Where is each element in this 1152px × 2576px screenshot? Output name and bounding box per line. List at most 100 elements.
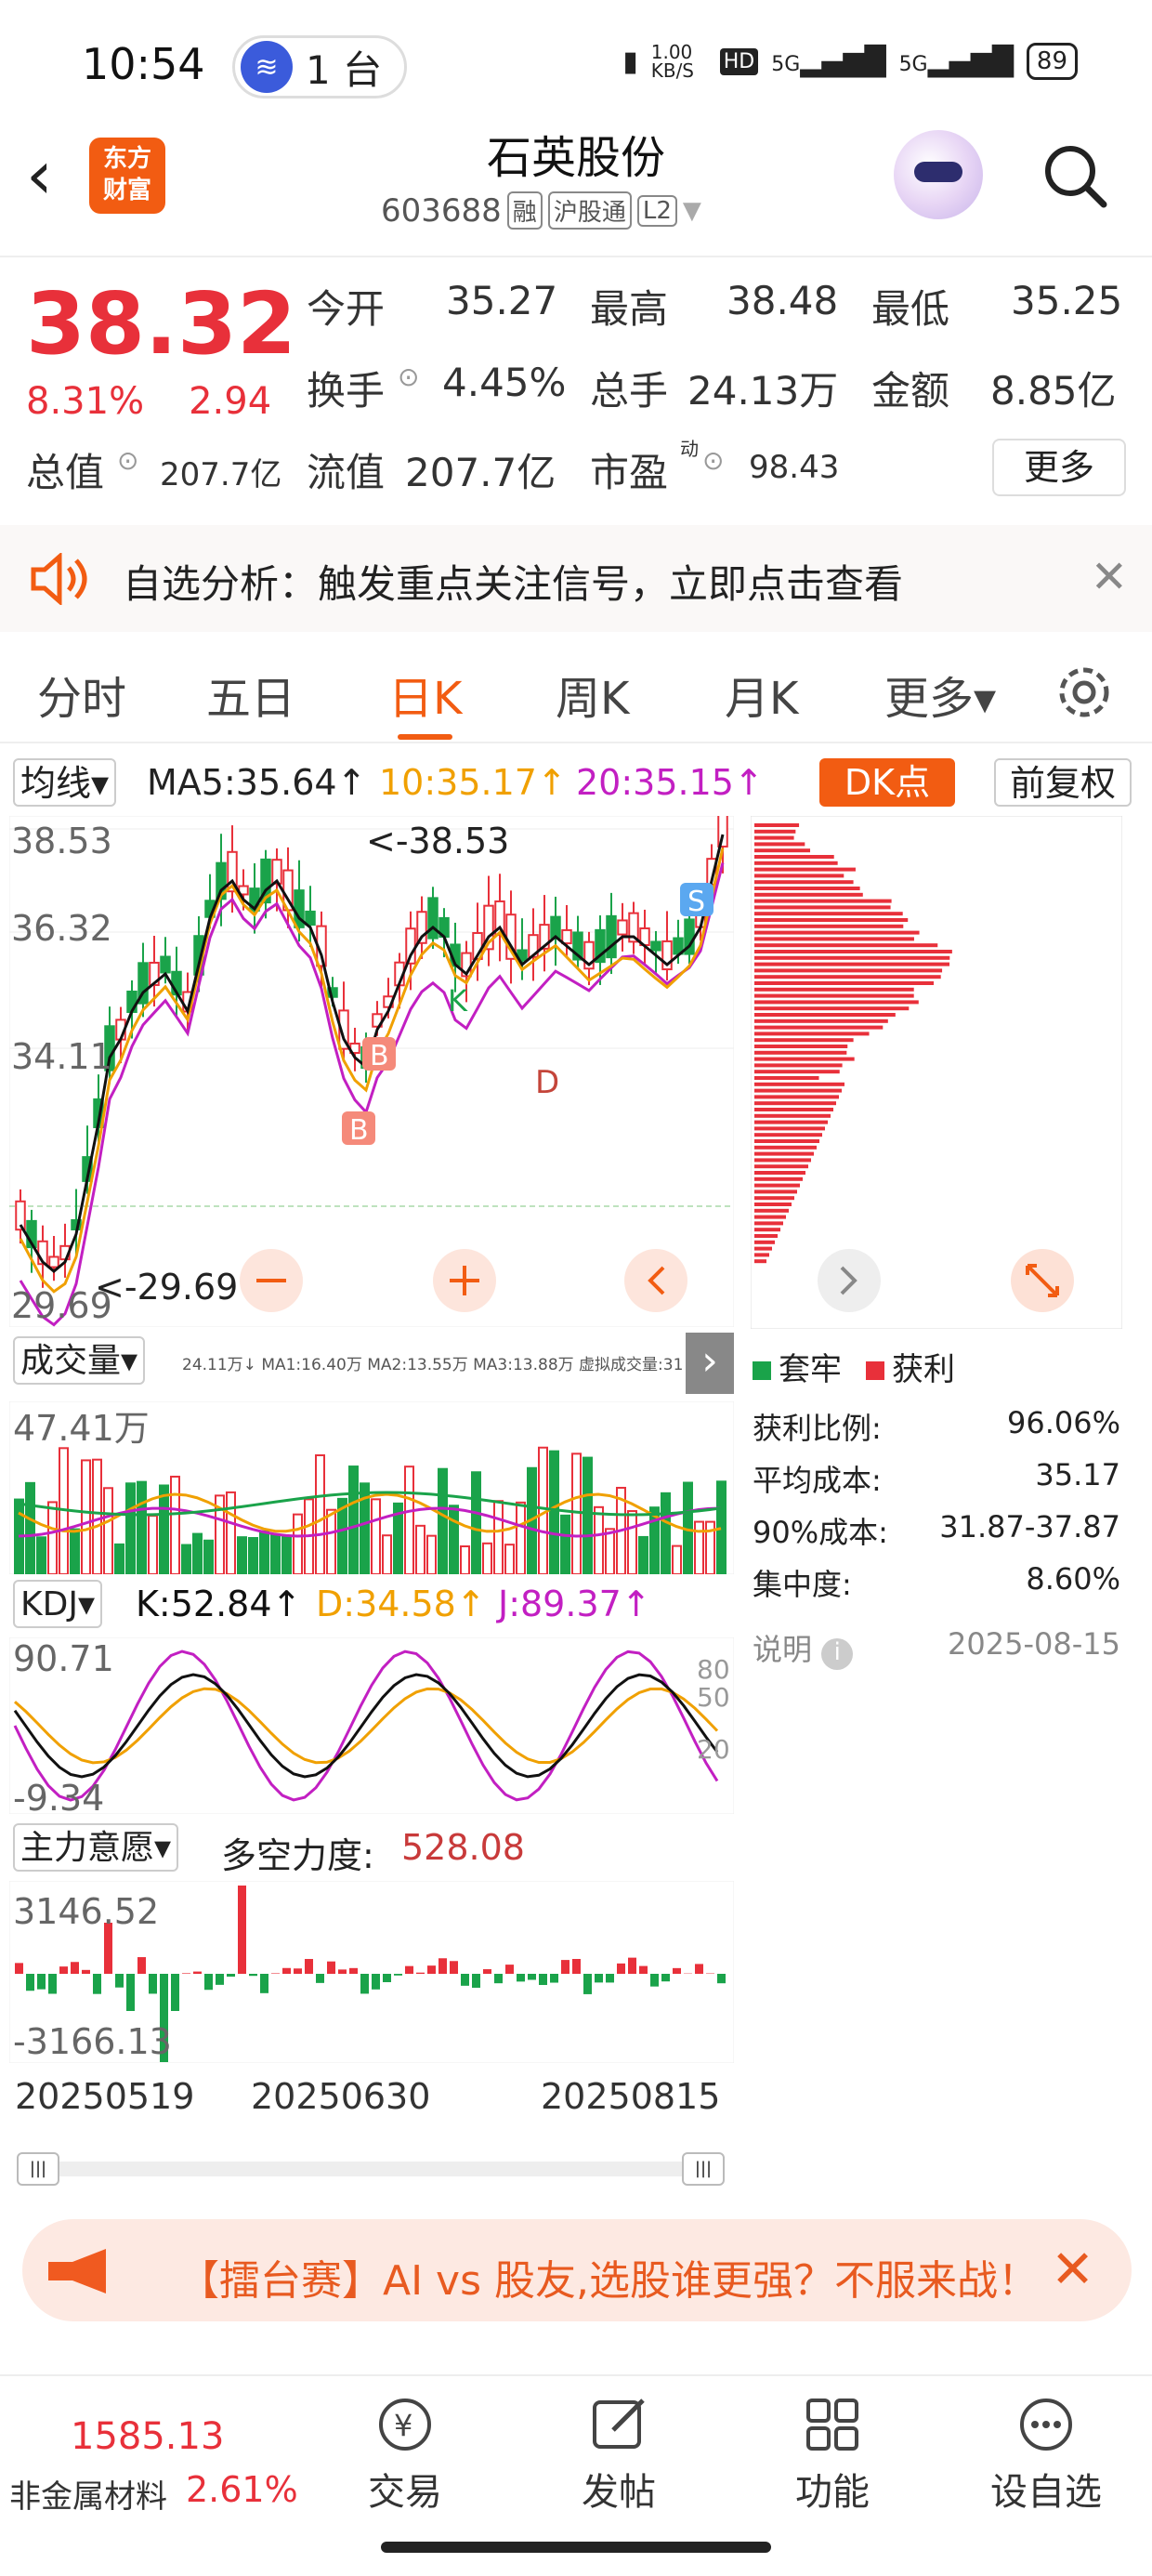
- clock: 10:54: [82, 39, 205, 89]
- info-icon[interactable]: ⊙: [117, 445, 138, 476]
- force-bar: [539, 1974, 547, 1986]
- kdj-j: J:89.37↑: [498, 1584, 651, 1624]
- y-label-high: 38.53: [11, 821, 112, 861]
- tag-margin: 融: [506, 191, 543, 230]
- chip-bar: [754, 1158, 811, 1163]
- ma10-value: 10:35.17↑: [379, 762, 567, 803]
- ai-robot-avatar[interactable]: [894, 130, 983, 219]
- promo-banner[interactable]: 【擂台赛】AI vs 股友,选股谁更强？不服来战！ ✕: [22, 2219, 1132, 2321]
- low-marker: <-29.69: [95, 1267, 238, 1308]
- functions-button[interactable]: 功能: [758, 2395, 907, 2516]
- kdj-selector[interactable]: KDJ▾: [13, 1580, 103, 1628]
- candle: [550, 915, 561, 940]
- price-change: 8.31% 2.94: [26, 380, 271, 423]
- y-label-mid1: 36.32: [11, 908, 112, 949]
- zl-selector[interactable]: 主力意愿▾: [13, 1823, 179, 1872]
- search-icon[interactable]: [1042, 143, 1107, 208]
- force-bar: [15, 1963, 23, 1974]
- force-bar: [628, 1957, 636, 1974]
- chip-bar: [754, 1006, 910, 1011]
- promo-text: 【擂台赛】AI vs 股友,选股谁更强？不服来战！: [178, 2257, 1033, 2305]
- close-icon[interactable]: ✕: [1091, 551, 1128, 603]
- volume-bar: [159, 1484, 169, 1574]
- chip-bar: [754, 937, 914, 941]
- settings-gear-icon[interactable]: [1055, 664, 1113, 721]
- tab-weekly-k[interactable]: 周K: [556, 662, 629, 727]
- amount-value: 8.85亿: [990, 368, 1117, 414]
- close-icon[interactable]: ✕: [1051, 2240, 1094, 2300]
- tab-daily-k[interactable]: 日K: [388, 662, 462, 740]
- period-tabs: 分时 五日 日K 周K 月K 更多▾: [0, 641, 1152, 743]
- force-bar: [216, 1974, 224, 1985]
- post-button[interactable]: 发帖: [544, 2395, 693, 2516]
- range-slider[interactable]: ||| |||: [17, 2152, 725, 2186]
- index-value[interactable]: 1585.13: [71, 2415, 224, 2458]
- chip-bar: [754, 1013, 896, 1017]
- trade-button[interactable]: ¥ 交易: [331, 2395, 479, 2516]
- dk-point-button[interactable]: DK点: [819, 758, 955, 807]
- tab-5day[interactable]: 五日: [206, 662, 295, 727]
- main-force-chart[interactable]: 3146.52 -3166.13: [9, 1881, 734, 2063]
- chip-distribution[interactable]: [751, 816, 1122, 1329]
- chip-bar: [754, 1088, 842, 1093]
- volume-bar: [103, 1487, 113, 1574]
- candle: [48, 1255, 59, 1268]
- tag-hk-connect: 沪股通: [547, 191, 632, 230]
- tab-more[interactable]: 更多▾: [884, 662, 996, 727]
- svg-text:B: B: [349, 1114, 369, 1147]
- volume-bar: [114, 1543, 124, 1574]
- kdj-d: D:34.58↑: [316, 1584, 486, 1624]
- index-name[interactable]: 非金属材料: [9, 2471, 167, 2517]
- volume-bar: [192, 1532, 203, 1574]
- info-icon[interactable]: ⊙: [398, 361, 419, 392]
- candle: [617, 919, 628, 936]
- chip-bar: [754, 905, 891, 910]
- chip-bar: [754, 1113, 831, 1118]
- kline-chart[interactable]: 38.53 36.32 34.11 29.69 <-38.53 <-29.69 …: [9, 816, 734, 1327]
- chip-bar: [754, 987, 914, 992]
- cast-pill[interactable]: ≋ 1 台: [232, 35, 407, 99]
- force-bar: [48, 1974, 57, 1994]
- collapse-side-button[interactable]: ›: [686, 1333, 734, 1394]
- volume-label: 总手: [590, 368, 669, 414]
- chip-bar: [754, 918, 909, 922]
- tab-monthly-k[interactable]: 月K: [725, 662, 798, 727]
- pe-label: 市盈: [590, 450, 669, 495]
- chip-bar: [754, 943, 938, 948]
- status-bar: 10:54 ≋ 1 台 ▮ 1.00 KB/S HD 5G▂▄▆█ 5G▂▄▆█…: [0, 0, 1152, 135]
- notice-bar[interactable]: 自选分析：触发重点关注信号，立即点击查看 ✕: [0, 525, 1152, 632]
- kdj-top-label: 90.71: [13, 1638, 114, 1679]
- info-icon[interactable]: ⊙: [702, 445, 724, 476]
- sell-marker: S: [680, 883, 713, 918]
- indicator-selector[interactable]: 均线▾: [13, 758, 117, 807]
- volume-selector[interactable]: 成交量▾: [13, 1336, 146, 1385]
- force-bar: [316, 1974, 324, 1983]
- force-bar: [472, 1974, 480, 1988]
- volume-bar: [237, 1536, 247, 1574]
- fq-button[interactable]: 前复权: [994, 758, 1132, 807]
- dropdown-icon[interactable]: ▼: [683, 197, 701, 225]
- more-button[interactable]: 更多: [992, 439, 1126, 496]
- volume-bar: [583, 1456, 593, 1574]
- force-bar: [595, 1974, 603, 1983]
- stat-label: 90%成本:: [753, 1515, 888, 1550]
- chip-bar: [754, 861, 838, 865]
- force-bar: [171, 1974, 179, 2011]
- yuan-icon: ¥: [379, 2399, 431, 2451]
- force-bar: [137, 1957, 146, 1974]
- force-bar: [405, 1965, 413, 1974]
- force-bar: [494, 1974, 503, 1984]
- volume-bar: [549, 1450, 559, 1574]
- add-watchlist-button[interactable]: 设自选: [972, 2395, 1120, 2516]
- volume-bar: [348, 1465, 359, 1574]
- tab-intraday[interactable]: 分时: [37, 662, 126, 727]
- force-bar: [282, 1967, 291, 1974]
- volume-bar: [638, 1535, 648, 1574]
- chip-bar: [754, 867, 856, 872]
- kdj-chart[interactable]: 90.71 -9.34 80 50 20: [9, 1637, 734, 1814]
- volume-chart[interactable]: 47.41万: [9, 1401, 734, 1574]
- high-label: 最高: [590, 286, 669, 332]
- chip-stats: 获利比例: 96.06% 平均成本: 35.17 90%成本: 31.87-37.87…: [753, 1405, 1120, 1678]
- chip-bar: [754, 1019, 888, 1023]
- force-bar: [550, 1974, 558, 1983]
